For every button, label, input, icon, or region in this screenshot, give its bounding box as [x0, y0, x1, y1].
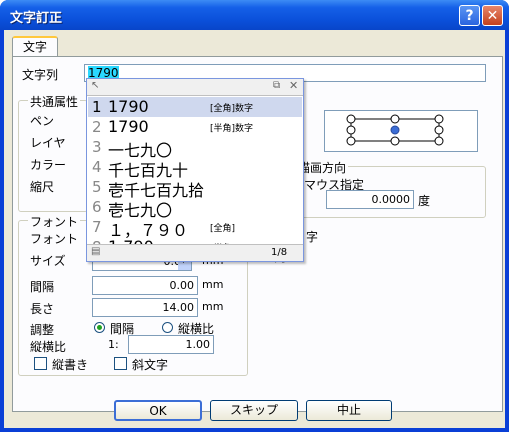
candidate-index: 6 — [92, 198, 102, 216]
angle-input[interactable]: 0.0000 — [326, 190, 414, 209]
color-label: カラー — [30, 158, 67, 172]
candidate-text: 1790 — [108, 97, 149, 116]
candidate-note: [半角]数字 — [210, 124, 254, 134]
cancel-button[interactable]: 中止 — [306, 400, 392, 421]
length-input[interactable]: 14.00 — [92, 298, 198, 317]
font-label: フォント — [30, 232, 79, 246]
candidate-text: 1790 — [108, 117, 149, 136]
right-group-title-fragment: 字 — [306, 230, 319, 244]
ime-candidate-popup: ↖ ⧉ ✕ 1 1790 [全角]数字 2 1790 [半角]数字 3 一七九〇 4 千七百九十 5… — [86, 78, 304, 262]
size-label: サイズ — [30, 254, 66, 268]
question-icon: ? — [465, 8, 474, 24]
skip-button[interactable]: スキップ — [210, 400, 298, 421]
ok-button[interactable]: OK — [114, 400, 202, 421]
vertical-label: 縦書き — [52, 358, 89, 372]
ratio-prefix: 1: — [108, 338, 119, 351]
scale-label: 縮尺 — [30, 180, 55, 194]
layer-label: レイヤ — [30, 136, 66, 150]
tab-moji[interactable]: 文字 — [12, 36, 58, 58]
page-icon[interactable]: ▤ — [91, 246, 100, 257]
candidate-item[interactable]: 3 一七九〇 — [88, 137, 302, 160]
italic-label: 斜文字 — [132, 358, 169, 372]
title-bar[interactable]: 文字訂正 ? ✕ — [0, 0, 509, 30]
pen-label: ペン — [30, 114, 55, 128]
text-field-label: 文字列 — [22, 68, 59, 82]
candidate-index: 2 — [92, 118, 102, 136]
close-icon: ✕ — [486, 8, 499, 24]
angle-unit: 度 — [418, 194, 431, 208]
candidate-index: 1 — [92, 98, 102, 116]
popup-header[interactable]: ↖ ⧉ ✕ — [87, 79, 303, 96]
spacing-unit: mm — [202, 278, 224, 291]
dialog-window: 文字訂正 ? ✕ 文字 文字列 1790 共通属性 ペン レイヤ カラー 縮尺 — [0, 0, 509, 432]
candidate-item[interactable]: 6 壱七九〇 — [88, 197, 302, 220]
drag-handle-icon[interactable]: ↖ — [91, 80, 99, 91]
spacing-label: 間隔 — [30, 280, 55, 294]
candidate-index: 3 — [92, 138, 102, 156]
length-unit: mm — [202, 300, 224, 313]
resize-icon[interactable]: ⧉ — [273, 80, 280, 91]
spacing-input[interactable]: 0.00 — [92, 276, 198, 295]
common-attributes-title: 共通属性 — [28, 93, 81, 110]
candidate-item[interactable]: 4 千七百九十 — [88, 157, 302, 180]
candidate-item[interactable]: 1 1790 [全角]数字 — [88, 97, 302, 117]
adjust-spacing-radio[interactable] — [94, 322, 105, 333]
popup-footer: ▤ 1/8 — [87, 244, 303, 261]
anchor-point-selector[interactable] — [324, 110, 478, 152]
candidate-index: 4 — [92, 158, 102, 176]
candidate-note: [全角]数字 — [210, 104, 254, 114]
candidate-item[interactable]: 5 壱千七百九拾 — [88, 177, 302, 200]
candidate-note: [全角] — [210, 224, 236, 234]
anchor-grid-icon — [346, 114, 444, 146]
close-icon[interactable]: ✕ — [289, 79, 298, 92]
candidate-item[interactable]: 7 １，７９０ [全角] — [88, 217, 302, 240]
vertical-checkbox[interactable] — [34, 357, 47, 370]
help-button[interactable]: ? — [459, 5, 480, 26]
ratio-label: 縦横比 — [30, 340, 67, 354]
page-indicator: 1/8 — [271, 247, 288, 258]
candidate-index: 5 — [92, 178, 102, 196]
window-title: 文字訂正 — [10, 11, 63, 26]
close-button[interactable]: ✕ — [482, 5, 503, 26]
adjust-label: 調整 — [30, 323, 55, 337]
candidate-index: 7 — [92, 218, 102, 236]
ratio-input[interactable]: 1.00 — [128, 335, 214, 354]
length-label: 長さ — [30, 302, 55, 316]
adjust-ratio-radio[interactable] — [162, 322, 173, 333]
italic-checkbox[interactable] — [114, 357, 127, 370]
candidate-item[interactable]: 2 1790 [半角]数字 — [88, 117, 302, 137]
font-group-title: フォント — [28, 213, 81, 230]
